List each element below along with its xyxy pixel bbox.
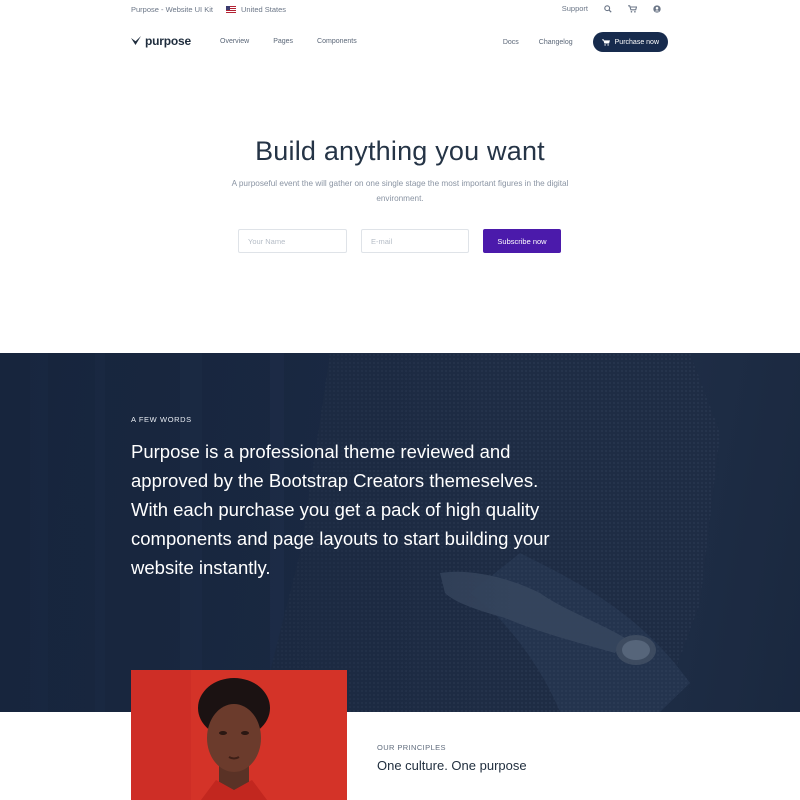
hero-title: Build anything you want (255, 136, 545, 166)
purchase-now-button[interactable]: Purchase now (592, 32, 668, 52)
brand-name: purpose (145, 34, 191, 48)
top-utility-bar: Purpose - Website UI Kit United States S… (0, 0, 800, 20)
user-icon[interactable] (653, 4, 661, 13)
principles-title: One culture. One purpose (377, 758, 527, 773)
nav-link-pages[interactable]: Pages (273, 38, 293, 45)
portrait-illustration (131, 670, 347, 800)
cart-icon[interactable] (628, 4, 637, 13)
nav-link-overview[interactable]: Overview (220, 38, 249, 45)
brand[interactable]: purpose (131, 34, 191, 48)
purchase-now-label: Purchase now (614, 38, 659, 46)
main-navbar: purpose Overview Pages Components Docs C… (0, 30, 800, 54)
cart-icon (601, 38, 610, 46)
brand-logo-icon (131, 36, 141, 45)
email-input-placeholder: E-mail (371, 236, 393, 246)
about-text: Purpose is a professional theme reviewed… (131, 441, 550, 578)
kit-name-link[interactable]: Purpose - Website UI Kit (131, 5, 213, 14)
name-input[interactable]: Your Name (238, 229, 347, 253)
search-icon[interactable] (604, 4, 612, 13)
subscribe-label: Subscribe now (497, 236, 547, 246)
principles-eyebrow: OUR PRINCIPLES (377, 743, 446, 752)
subscribe-button[interactable]: Subscribe now (483, 229, 561, 253)
portrait-image (131, 670, 347, 800)
nav-link-changelog[interactable]: Changelog (539, 39, 573, 46)
topbar-left: Purpose - Website UI Kit United States (131, 5, 286, 14)
about-eyebrow: A FEW WORDS (131, 415, 192, 424)
nav-link-components[interactable]: Components (317, 38, 357, 45)
us-flag-icon (225, 6, 236, 13)
support-link[interactable]: Support (562, 4, 588, 13)
topbar-right: Support (546, 4, 661, 13)
country-selector[interactable]: United States (241, 5, 286, 14)
nav-right: Docs Changelog Purchase now (503, 32, 668, 52)
name-input-placeholder: Your Name (248, 236, 286, 246)
hero-subtitle: A purposeful event the will gather on on… (231, 179, 569, 203)
email-input[interactable]: E-mail (361, 229, 469, 253)
nav-links: Overview Pages Components (220, 38, 381, 45)
nav-link-docs[interactable]: Docs (503, 39, 519, 46)
